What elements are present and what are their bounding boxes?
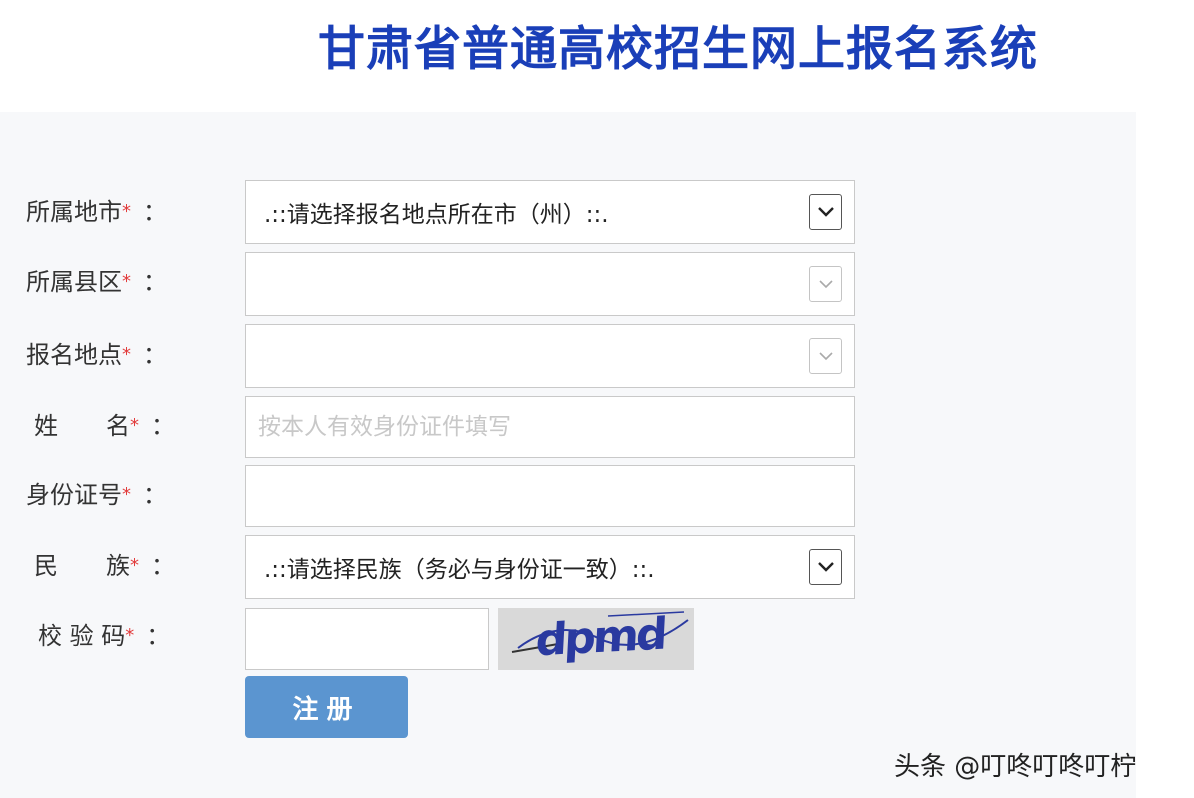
required-mark: * bbox=[122, 201, 131, 222]
name-field[interactable] bbox=[245, 396, 855, 458]
name-label: 姓 名*： bbox=[34, 412, 175, 440]
captcha-field[interactable] bbox=[245, 608, 489, 670]
required-mark: * bbox=[130, 555, 139, 576]
id-number-input[interactable] bbox=[246, 466, 854, 526]
location-label: 报名地点*： bbox=[26, 341, 167, 369]
city-select-value: .::请选择报名地点所在市（州）::. bbox=[264, 202, 609, 228]
required-mark: * bbox=[122, 344, 131, 365]
county-label: 所属县区*： bbox=[26, 268, 167, 296]
registration-page: 甘肃省普通高校招生网上报名系统 所属地市*： .::请选择报名地点所在市（州）:… bbox=[0, 0, 1194, 798]
city-label: 所属地市*： bbox=[26, 198, 167, 226]
captcha-input[interactable] bbox=[246, 609, 488, 669]
id-number-field[interactable] bbox=[245, 465, 855, 527]
required-mark: * bbox=[122, 271, 131, 292]
required-mark: * bbox=[122, 484, 131, 505]
register-button[interactable]: 注册 bbox=[245, 676, 408, 738]
chevron-down-icon[interactable] bbox=[809, 338, 842, 374]
ethnicity-select[interactable]: .::请选择民族（务必与身份证一致）::. bbox=[245, 535, 855, 599]
ethnicity-select-value: .::请选择民族（务必与身份证一致）::. bbox=[264, 557, 655, 583]
name-input[interactable] bbox=[246, 397, 854, 457]
required-mark: * bbox=[130, 415, 139, 436]
county-select[interactable] bbox=[245, 252, 855, 316]
id-number-label: 身份证号*： bbox=[26, 481, 167, 509]
page-title: 甘肃省普通高校招生网上报名系统 bbox=[318, 22, 1038, 77]
captcha-text: dpmd bbox=[534, 608, 666, 667]
city-select[interactable]: .::请选择报名地点所在市（州）::. bbox=[245, 180, 855, 244]
chevron-down-icon[interactable] bbox=[809, 266, 842, 302]
ethnicity-label: 民 族*： bbox=[34, 552, 175, 580]
location-select[interactable] bbox=[245, 324, 855, 388]
captcha-label: 校 验 码*： bbox=[38, 622, 171, 650]
chevron-down-icon[interactable] bbox=[809, 549, 842, 585]
watermark: 头条 @叮咚叮咚叮柠 bbox=[894, 752, 1137, 782]
captcha-image[interactable]: dpmd bbox=[498, 608, 694, 670]
required-mark: * bbox=[125, 625, 135, 646]
chevron-down-icon[interactable] bbox=[809, 194, 842, 230]
